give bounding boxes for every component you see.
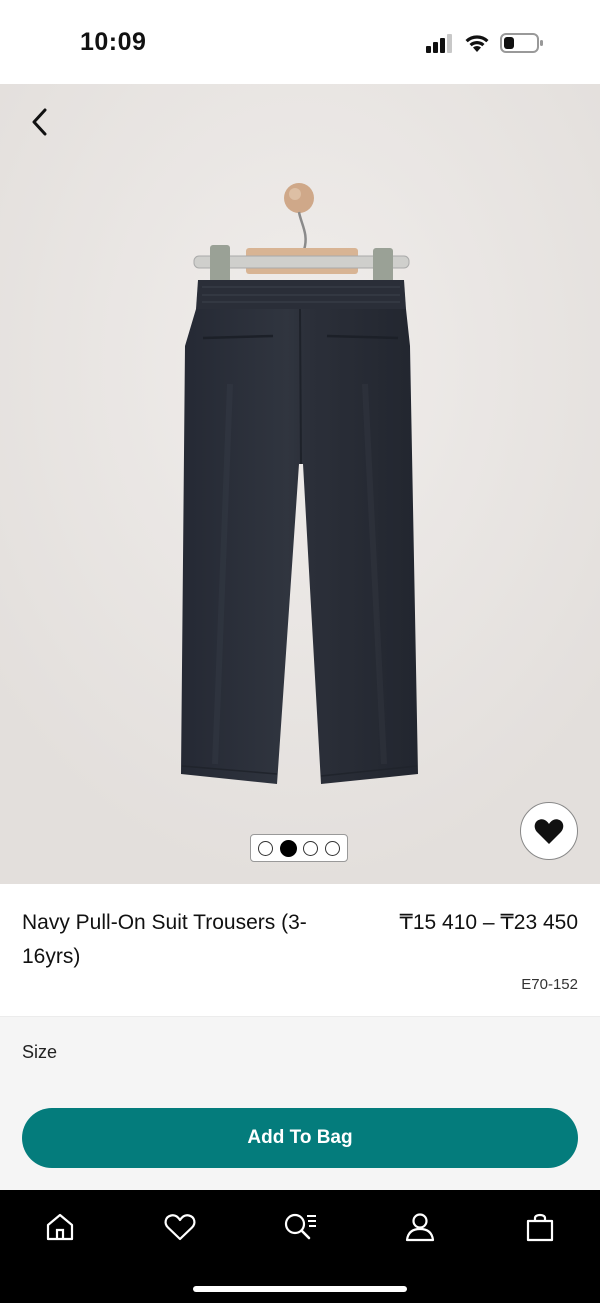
battery-icon: [500, 32, 544, 54]
back-button[interactable]: [20, 102, 60, 142]
bag-icon: [524, 1211, 556, 1243]
product-info: Navy Pull-On Suit Trousers (3-16yrs) ₸15…: [0, 884, 600, 1017]
favorite-button[interactable]: [520, 802, 578, 860]
product-price: ₸15 410 – ₸23 450: [399, 911, 578, 934]
home-indicator[interactable]: [193, 1286, 407, 1292]
tab-search[interactable]: [278, 1207, 322, 1247]
tab-home[interactable]: [38, 1207, 82, 1247]
status-icons: [426, 32, 544, 54]
product-title: Navy Pull-On Suit Trousers (3-16yrs): [22, 911, 307, 968]
user-icon: [404, 1211, 436, 1243]
size-label[interactable]: Size: [22, 1042, 57, 1063]
home-icon: [44, 1211, 76, 1243]
heart-icon: [163, 1212, 197, 1242]
tab-favourites[interactable]: [158, 1207, 202, 1247]
status-bar: 10:09: [0, 0, 600, 84]
heart-icon: [533, 816, 565, 846]
cellular-signal-icon: [426, 33, 454, 53]
product-photo: [0, 84, 600, 884]
chevron-left-icon: [29, 107, 51, 137]
pager-dot-active[interactable]: [279, 839, 297, 857]
tab-account[interactable]: [398, 1207, 442, 1247]
search-list-icon: [282, 1211, 318, 1243]
product-sku: E70-152: [521, 976, 578, 993]
pager-dot[interactable]: [257, 840, 273, 856]
tab-bag[interactable]: [518, 1207, 562, 1247]
image-pager[interactable]: [250, 834, 348, 862]
pager-dot[interactable]: [325, 840, 341, 856]
add-to-bag-button[interactable]: Add To Bag: [22, 1108, 578, 1168]
size-section: Size Add To Bag: [0, 1017, 600, 1190]
status-time: 10:09: [80, 28, 147, 56]
tab-bar: [0, 1190, 600, 1303]
pager-dot[interactable]: [303, 840, 319, 856]
product-image[interactable]: [0, 84, 600, 884]
wifi-icon: [464, 33, 490, 53]
